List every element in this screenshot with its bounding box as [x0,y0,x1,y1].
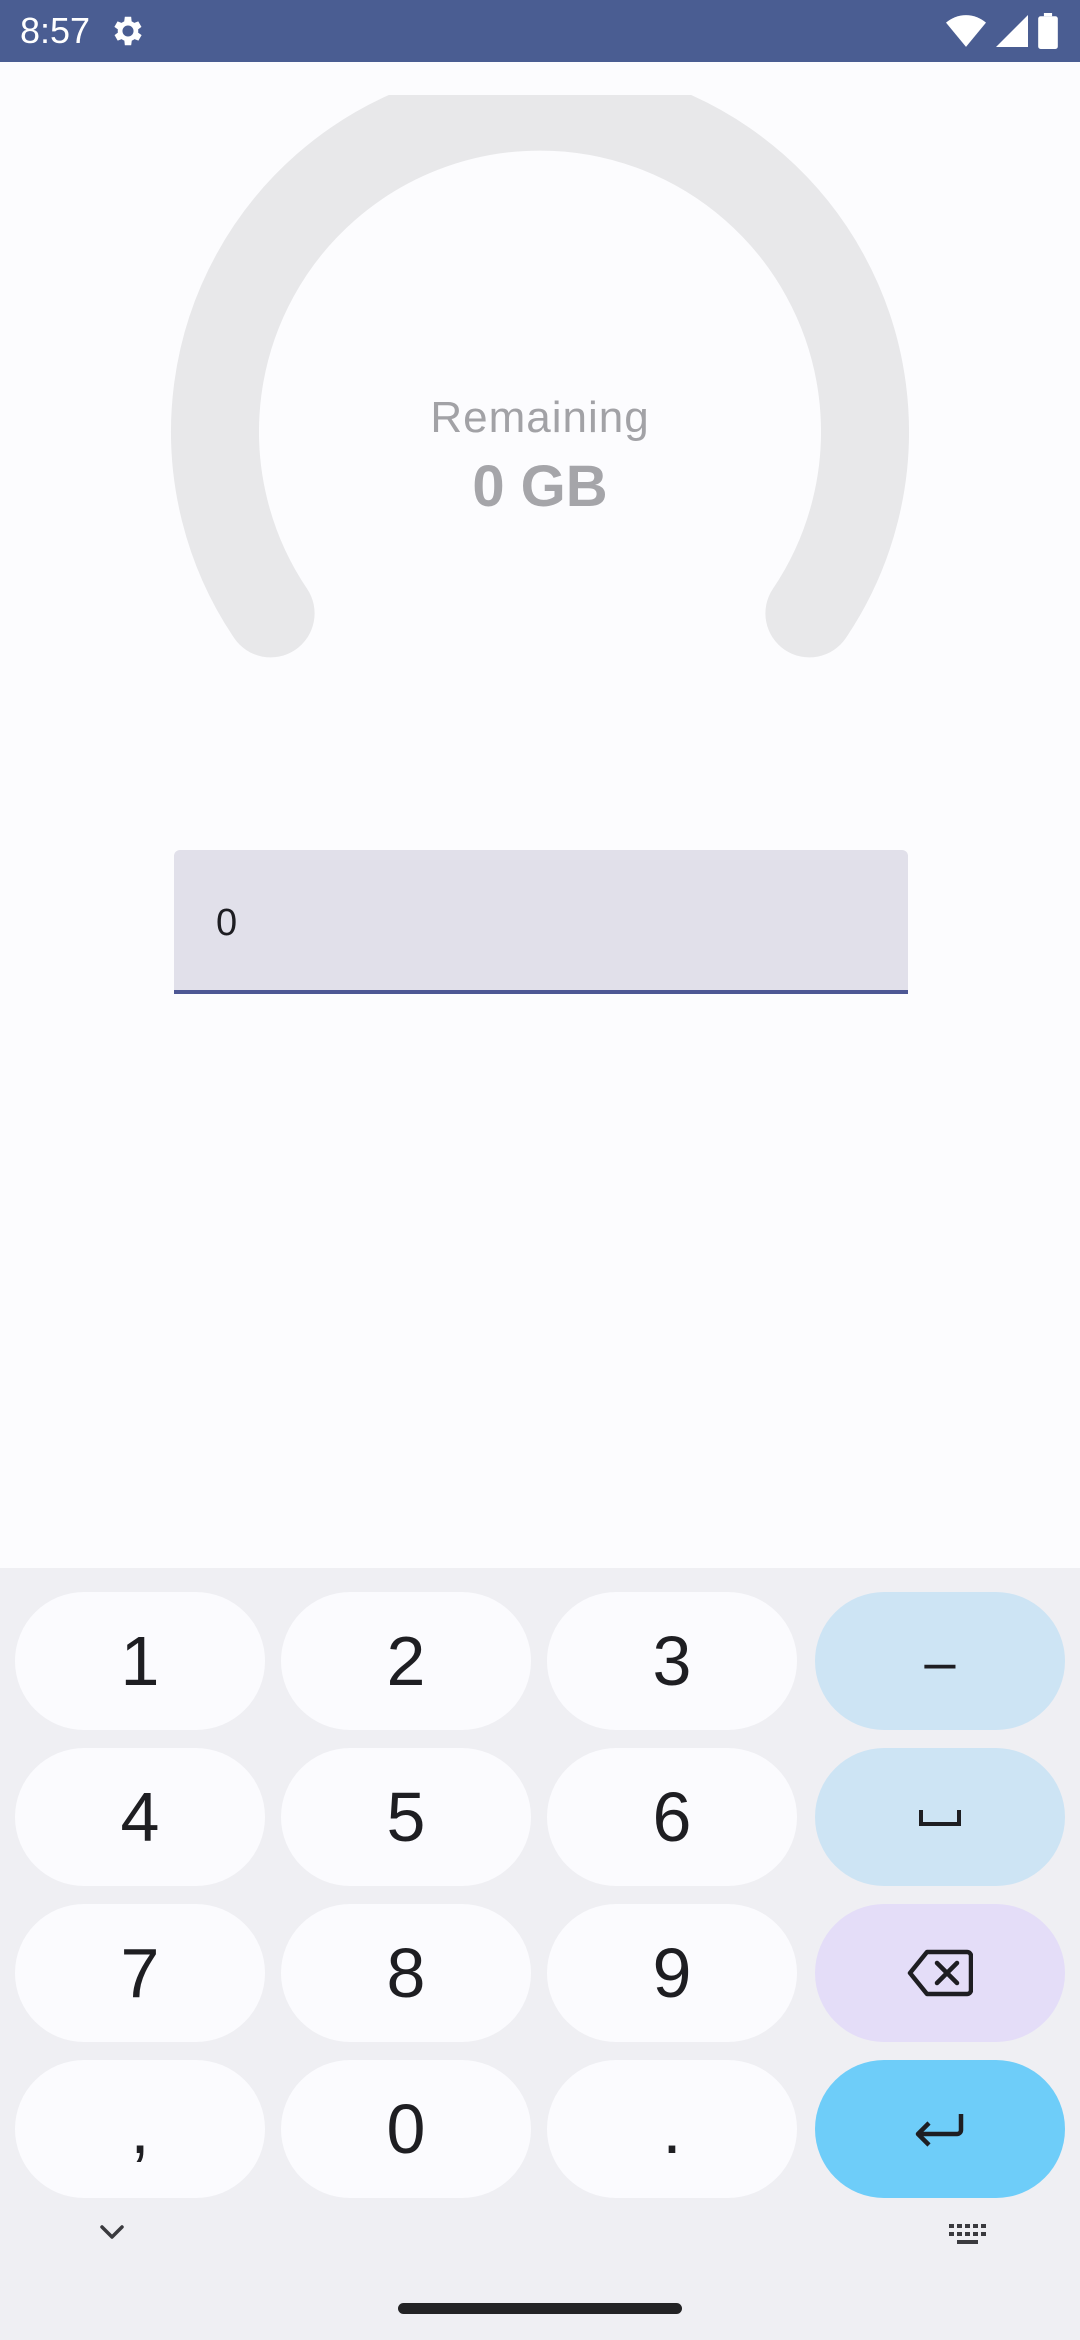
gauge-arc [171,95,909,658]
key-minus[interactable]: – [815,1592,1065,1730]
key-period[interactable]: . [547,2060,797,2198]
backspace-key[interactable] [815,1904,1065,2042]
key-8[interactable]: 8 [281,1904,531,2042]
key-9[interactable]: 9 [547,1904,797,2042]
key-1[interactable]: 1 [15,1592,265,1730]
chevron-down-icon[interactable] [92,2220,132,2246]
key-comma[interactable]: , [15,2060,265,2198]
gauge-value: 0 GB [472,454,608,519]
backspace-icon [907,1949,973,1997]
space-icon [918,1806,962,1828]
keyboard-icon[interactable] [947,2220,993,2250]
gauge-label: Remaining [430,393,650,442]
numeric-keyboard: 1 2 3 – 4 5 6 7 8 9 , 0 . [0,1568,1080,2340]
wifi-icon [946,15,986,47]
status-time: 8:57 [20,10,91,51]
gauge-track [171,95,909,658]
gesture-home-bar[interactable] [398,2303,682,2314]
battery-icon [1038,13,1058,49]
key-2[interactable]: 2 [281,1592,531,1730]
key-6[interactable]: 6 [547,1748,797,1886]
key-5[interactable]: 5 [281,1748,531,1886]
data-amount-input[interactable]: 0 [174,850,908,994]
cellular-signal-icon [996,15,1028,47]
settings-icon [109,12,147,50]
space-key[interactable] [815,1748,1065,1886]
key-7[interactable]: 7 [15,1904,265,2042]
key-3[interactable]: 3 [547,1592,797,1730]
input-value: 0 [216,902,238,944]
enter-key[interactable] [815,2060,1065,2198]
status-bar: 8:57 [0,0,1080,62]
key-0[interactable]: 0 [281,2060,531,2198]
key-4[interactable]: 4 [15,1748,265,1886]
enter-icon [913,2111,967,2147]
storage-gauge: Remaining 0 GB [170,95,910,675]
screen: 8:57 Remaining 0 GB 0 1 2 3 – 4 5 6 7 8 … [0,0,1080,2340]
status-icons [946,12,1058,50]
